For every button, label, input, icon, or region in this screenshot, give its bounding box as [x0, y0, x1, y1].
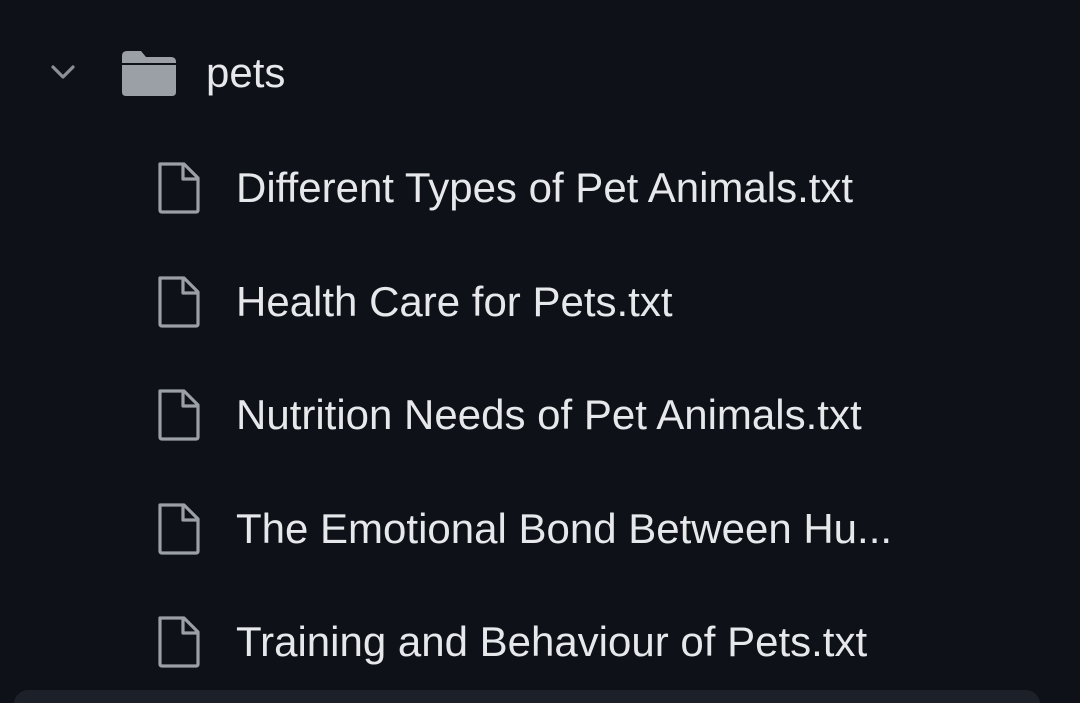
file-label: Nutrition Needs of Pet Animals.txt [236, 391, 862, 438]
file-icon [158, 616, 200, 668]
file-icon [158, 276, 200, 328]
file-explorer-tree: pets Different Types of Pet Animals.txt … [0, 0, 1080, 703]
file-row[interactable]: Different Types of Pet Animals.txt [0, 136, 1080, 236]
file-label: Training and Behaviour of Pets.txt [236, 618, 868, 665]
file-row[interactable]: Nutrition Needs of Pet Animals.txt [0, 363, 1080, 463]
chevron-down-icon[interactable] [46, 56, 80, 90]
folder-row-pets[interactable]: pets [0, 22, 1080, 122]
folder-label: pets [206, 49, 286, 96]
file-icon [158, 162, 200, 214]
file-icon [158, 389, 200, 441]
file-row[interactable]: Health Care for Pets.txt [0, 250, 1080, 350]
folder-icon [122, 51, 176, 96]
file-label: The Emotional Bond Between Hu... [236, 505, 893, 552]
panel-bottom-edge [14, 690, 1040, 703]
file-icon [158, 503, 200, 555]
file-row[interactable]: The Emotional Bond Between Hu... [0, 477, 1080, 577]
file-row[interactable]: Training and Behaviour of Pets.txt [0, 590, 1080, 690]
file-label: Health Care for Pets.txt [236, 278, 673, 325]
file-label: Different Types of Pet Animals.txt [236, 164, 854, 211]
